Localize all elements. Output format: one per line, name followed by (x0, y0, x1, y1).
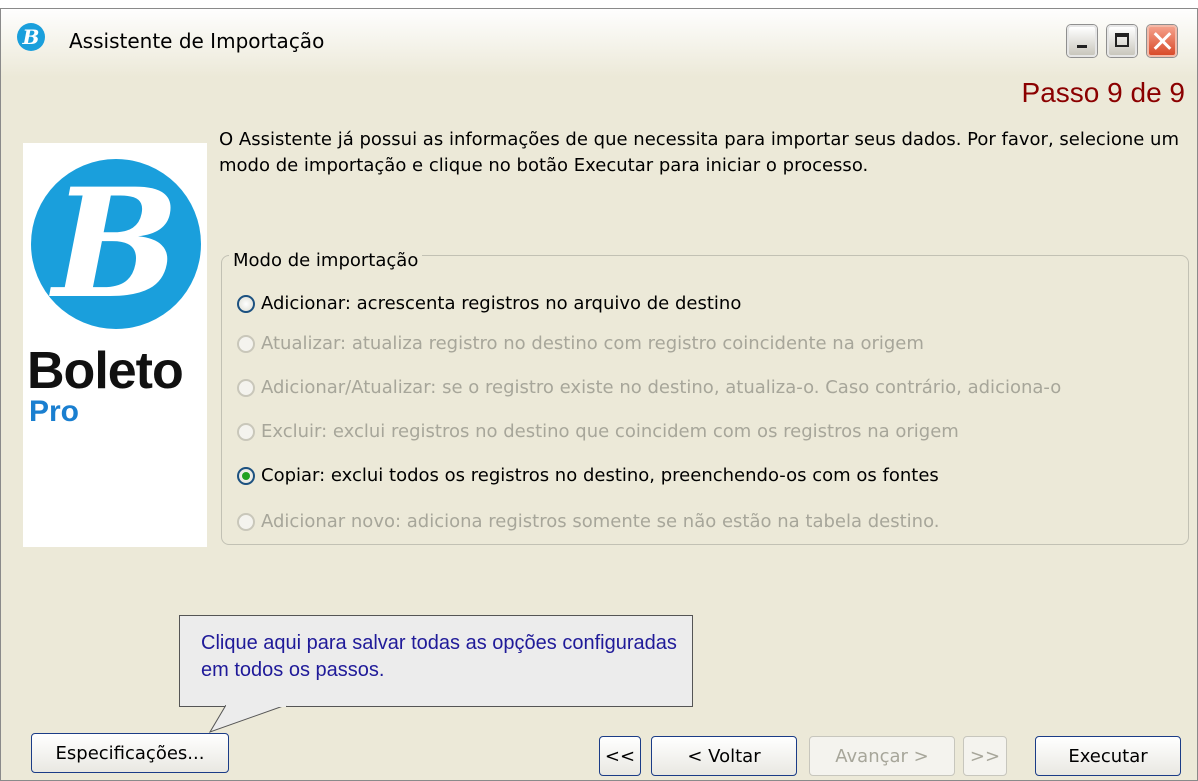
option-atualizar: Atualizar: atualiza registro no destino … (237, 333, 924, 354)
instruction-text: O Assistente já possui as informações de… (219, 129, 1179, 176)
import-wizard-window: B Assistente de Importação Passo 9 de 9 … (0, 8, 1198, 781)
logo-b-glyph: B (52, 156, 180, 332)
radio-adicionar-novo (237, 512, 255, 531)
option-label: Excluir: exclui registros no destino que… (261, 421, 959, 442)
last-step-button: >> (963, 736, 1007, 776)
window-title: Assistente de Importação (69, 29, 325, 53)
back-button[interactable]: < Voltar (651, 736, 797, 776)
app-logo-icon: B (17, 23, 45, 51)
option-copiar[interactable]: Copiar: exclui todos os registros no des… (237, 465, 939, 486)
option-label: Atualizar: atualiza registro no destino … (261, 333, 924, 354)
option-adicionar[interactable]: Adicionar: acrescenta registros no arqui… (237, 293, 741, 314)
logo-subtitle: Pro (29, 395, 80, 428)
radio-adicionar[interactable] (237, 294, 255, 313)
option-excluir: Excluir: exclui registros no destino que… (237, 421, 959, 442)
next-button: Avançar > (809, 736, 955, 776)
option-adicionar-novo: Adicionar novo: adiciona registros somen… (237, 511, 940, 532)
title-bar: B Assistente de Importação (1, 9, 1197, 77)
radio-excluir (237, 422, 255, 441)
radio-adicionar-atualizar (237, 378, 255, 397)
radio-atualizar (237, 334, 255, 353)
maximize-button[interactable] (1107, 25, 1137, 57)
option-label: Copiar: exclui todos os registros no des… (261, 465, 939, 486)
radio-copiar[interactable] (237, 466, 255, 485)
option-label: Adicionar: acrescenta registros no arqui… (261, 293, 742, 314)
import-mode-legend: Modo de importação (229, 250, 423, 271)
tooltip-text: Clique aqui para salvar todas as opções … (201, 632, 677, 681)
execute-button[interactable]: Executar (1035, 736, 1181, 776)
callout-pointer (208, 705, 287, 733)
boletopro-logo: B Boleto Pro (23, 143, 207, 547)
first-step-button[interactable]: << (599, 736, 641, 776)
option-label: Adicionar/Atualizar: se o registro exist… (261, 377, 1062, 398)
specifications-button[interactable]: Especificações... (31, 733, 229, 773)
minimize-button[interactable] (1067, 25, 1097, 57)
step-indicator: Passo 9 de 9 (1021, 77, 1185, 108)
close-button[interactable] (1147, 25, 1177, 57)
option-adicionar-atualizar: Adicionar/Atualizar: se o registro exist… (237, 377, 1061, 398)
option-label: Adicionar novo: adiciona registros somen… (261, 511, 940, 532)
logo-wordmark: Boleto (27, 342, 184, 400)
